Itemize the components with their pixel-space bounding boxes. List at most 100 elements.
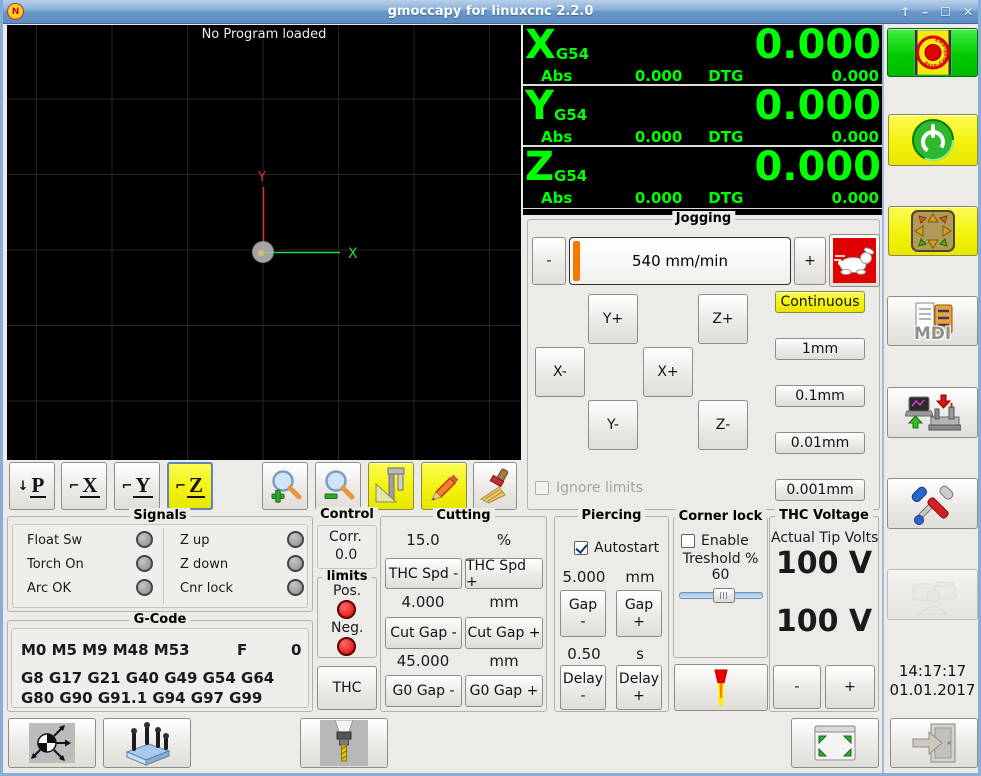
jog-speed-plus-button[interactable]: + xyxy=(794,237,826,285)
jog-y-plus-button[interactable]: Y+ xyxy=(588,294,638,344)
jog-pad-mode-button[interactable] xyxy=(888,206,978,256)
thc-speed-value: 15.0 xyxy=(406,531,440,549)
auto-mode-button[interactable] xyxy=(887,387,978,438)
cut-gap-minus-button[interactable]: Cut Gap - xyxy=(385,617,462,649)
tool-change-button[interactable] xyxy=(300,718,388,768)
machine-on-button[interactable] xyxy=(888,114,978,166)
threshold-slider[interactable] xyxy=(679,588,763,603)
dro-axis-letter: X xyxy=(525,22,556,68)
dro-panel[interactable]: X G54 0.000 Abs 0.000 DTG 0.000 Y G54 0.… xyxy=(523,25,883,215)
torch-on-led xyxy=(136,555,153,572)
dimensions-button[interactable] xyxy=(368,462,414,510)
ignore-limits-checkbox[interactable] xyxy=(535,481,549,495)
pierce-gap-plus-button[interactable]: Gap + xyxy=(616,590,662,637)
user-settings-button[interactable] xyxy=(887,569,978,620)
jog-z-minus-button[interactable]: Z- xyxy=(698,400,748,450)
zoom-out-button[interactable] xyxy=(315,462,361,510)
jog-increment-continuous[interactable]: Continuous xyxy=(775,291,865,313)
pierce-gap-minus-button[interactable]: Gap - xyxy=(560,590,606,637)
neg-limit-label: Neg. xyxy=(331,620,364,636)
control-title: Control xyxy=(316,507,378,522)
jog-increment-0p1mm[interactable]: 0.1mm xyxy=(775,385,865,407)
minus-sign: - xyxy=(580,687,586,704)
dro-row-y[interactable]: Y G54 0.000 Abs 0.000 DTG 0.000 xyxy=(523,86,883,147)
clock-date: 01.01.2017 xyxy=(889,681,976,699)
threshold-label: Treshold % xyxy=(682,551,759,567)
signal-label: Torch On xyxy=(27,557,84,572)
signal-label: Z up xyxy=(180,533,210,548)
settings-icon xyxy=(911,485,953,525)
corner-lock-enable-checkbox[interactable] xyxy=(681,534,695,548)
cnr-lock-led xyxy=(287,579,304,596)
view-x-button[interactable]: ⌐ X xyxy=(61,462,107,510)
pierce-gap-value: 5.000 xyxy=(562,568,606,586)
dro-row-z[interactable]: Z G54 0.000 Abs 0.000 DTG 0.000 xyxy=(523,147,883,209)
jog-x-minus-button[interactable]: X- xyxy=(535,347,585,397)
dro-row-x[interactable]: X G54 0.000 Abs 0.000 DTG 0.000 xyxy=(523,25,883,86)
touch-off-icon xyxy=(29,723,75,763)
volts-minus-button[interactable]: - xyxy=(773,665,821,709)
touch-plate-button[interactable] xyxy=(103,718,191,768)
auto-icon xyxy=(904,394,961,430)
jog-pad-icon xyxy=(911,210,955,252)
feed-label: F xyxy=(237,641,248,659)
zoom-in-icon xyxy=(271,470,302,503)
settings-button[interactable] xyxy=(887,478,978,529)
gap-word: Gap xyxy=(568,596,598,613)
g0-gap-value: 45.000 xyxy=(396,652,450,670)
view-y-button[interactable]: ⌐ Y xyxy=(114,462,160,510)
signal-label: Cnr lock xyxy=(180,581,234,596)
pencil-button[interactable] xyxy=(421,462,467,510)
view-x-label: X xyxy=(80,473,100,498)
close-icon[interactable]: ✕ xyxy=(963,5,973,19)
fullscreen-button[interactable] xyxy=(791,718,879,768)
torch-button[interactable] xyxy=(674,664,768,711)
jog-y-minus-button[interactable]: Y- xyxy=(588,400,638,450)
jog-speed-slider[interactable]: 540 mm/min xyxy=(569,237,791,285)
estop-icon: Emergency-Stop xyxy=(914,30,951,75)
jog-x-plus-button[interactable]: X+ xyxy=(643,347,693,397)
gmoccapy-window: N gmoccapy for linuxcnc 2.2.0 ↑ – ☐ ✕ No… xyxy=(0,0,981,776)
turbo-jog-button[interactable] xyxy=(829,234,880,287)
arc-ok-led xyxy=(136,579,153,596)
gap-word: Gap xyxy=(624,596,654,613)
jog-increment-1mm[interactable]: 1mm xyxy=(775,338,865,360)
shade-icon[interactable]: ↑ xyxy=(900,5,910,19)
g0-gap-minus-button[interactable]: G0 Gap - xyxy=(385,675,462,707)
jog-speed-minus-button[interactable]: - xyxy=(532,237,566,285)
touch-off-button[interactable] xyxy=(8,718,96,768)
mdi-mode-button[interactable]: MDI xyxy=(887,296,978,346)
zoom-in-button[interactable] xyxy=(262,462,308,510)
exit-button[interactable] xyxy=(890,718,978,768)
jog-increment-0p01mm[interactable]: 0.01mm xyxy=(775,432,865,454)
feed-value: 0 xyxy=(291,641,302,659)
cut-gap-plus-button[interactable]: Cut Gap + xyxy=(465,617,543,649)
gremlin-preview[interactable]: No Program loaded Y X xyxy=(7,25,521,460)
pierce-delay-minus-button[interactable]: Delay - xyxy=(560,665,606,710)
jog-speed-handle[interactable] xyxy=(573,241,580,281)
autostart-checkbox[interactable] xyxy=(574,541,588,555)
jog-z-plus-button[interactable]: Z+ xyxy=(698,294,748,344)
titlebar[interactable]: N gmoccapy for linuxcnc 2.2.0 ↑ – ☐ ✕ xyxy=(3,0,978,24)
threshold-slider-handle[interactable] xyxy=(713,588,735,603)
g0-gap-plus-button[interactable]: G0 Gap + xyxy=(465,675,543,707)
jog-increment-0p001mm[interactable]: 0.001mm xyxy=(775,479,865,501)
view-p-button[interactable]: ↓ P xyxy=(9,462,55,510)
thc-button[interactable]: THC xyxy=(317,666,377,710)
thc-speed-plus-button[interactable]: THC Spd + xyxy=(465,558,543,590)
delay-word: Delay xyxy=(618,670,660,687)
dro-value: 0.000 xyxy=(754,22,881,68)
pierce-delay-plus-button[interactable]: Delay + xyxy=(616,665,662,710)
maximize-icon[interactable]: ☐ xyxy=(940,5,951,19)
tick-icon: ⌐ xyxy=(121,478,133,494)
clear-plot-button[interactable] xyxy=(473,462,517,510)
volts-plus-button[interactable]: + xyxy=(825,665,875,709)
estop-button[interactable]: Emergency-Stop xyxy=(887,28,978,77)
signal-label: Arc OK xyxy=(27,581,71,596)
thc-speed-minus-button[interactable]: THC Spd - xyxy=(385,558,462,589)
signal-label: Z down xyxy=(180,557,229,572)
minimize-icon[interactable]: – xyxy=(922,5,928,19)
neg-limit-led xyxy=(337,637,356,656)
view-z-button[interactable]: ⌐ Z xyxy=(167,462,213,510)
autostart-label: Autostart xyxy=(594,540,660,556)
